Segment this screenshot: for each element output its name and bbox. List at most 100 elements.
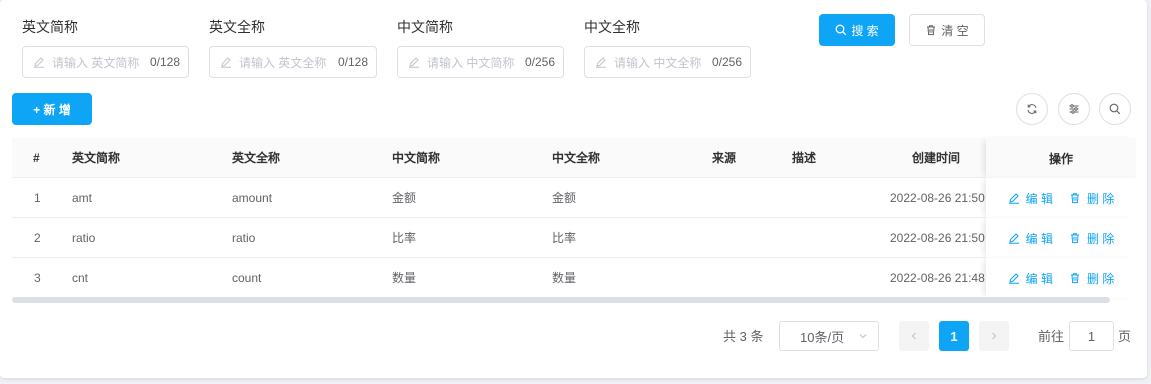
edit-icon [221,57,231,68]
page-number-current[interactable]: 1 [939,321,969,351]
cell-cn-full: 金额 [552,191,577,205]
input-counter: 0/128 [149,55,180,69]
input-placeholder: 请输入 中文简称 [427,55,515,70]
en-short-input[interactable]: 请输入 英文简称 0/128 [22,46,189,78]
column-header-created: 创建时间 [912,151,961,165]
edit-icon [1008,273,1019,284]
search-button[interactable]: 搜 索 [819,14,895,46]
field-label: 中文全称 [584,19,640,35]
field-label: 英文简称 [22,19,78,35]
edit-button[interactable]: 编 辑 [1008,190,1053,207]
column-header-cn-full: 中文全称 [552,151,601,165]
cell-en-short: ratio [72,231,96,245]
field-label: 中文简称 [397,19,453,35]
cell-index: 3 [34,271,41,285]
field-en-short: 英文简称 请输入 英文简称 0/128 [22,16,189,78]
page-size-value: 10条/页 [800,329,845,345]
pagination-total: 共 3 条 [723,328,764,344]
row-actions: 编 辑 删 除 [986,258,1136,298]
row-actions: 编 辑 删 除 [986,178,1136,218]
goto-page-value: 1 [1087,328,1096,344]
column-settings-button[interactable] [1058,93,1090,125]
edit-icon [1008,233,1019,244]
delete-button[interactable]: 删 除 [1069,270,1114,287]
refresh-icon [1027,104,1037,114]
field-label: 英文全称 [209,19,265,35]
column-header-index: # [33,151,40,165]
cell-en-full: count [232,271,262,285]
prev-page-button[interactable] [899,321,929,351]
cell-created: 2022-08-26 21:48 [890,271,985,285]
cell-cn-full: 比率 [552,231,577,245]
cell-created: 2022-08-26 21:50 [890,191,985,205]
edit-icon [34,57,44,68]
delete-label: 删 除 [1087,231,1115,246]
cell-index: 2 [34,231,41,245]
edit-label: 编 辑 [1025,271,1053,286]
field-en-full: 英文全称 请输入 英文全称 0/128 [209,16,377,78]
cell-en-full: amount [232,191,273,205]
delete-label: 删 除 [1087,271,1115,286]
edit-icon [596,57,606,68]
delete-label: 删 除 [1087,191,1115,206]
column-header-description: 描述 [792,151,817,165]
search-button-label: 搜 索 [851,23,879,38]
trash-icon [1071,193,1079,204]
add-button[interactable]: + 新 增 [12,93,92,125]
goto-suffix: 页 [1118,328,1132,344]
refresh-button[interactable] [1016,93,1048,125]
table-search-button[interactable] [1099,93,1131,125]
filter-settings-icon [1069,104,1079,114]
search-icon [835,24,847,36]
current-page-label: 1 [950,328,958,344]
goto-page-input[interactable]: 1 [1069,321,1114,351]
table-row[interactable]: 2 ratio ratio 比率 比率 2022-08-26 21:50 编 辑… [12,218,1136,258]
table-row[interactable]: 3 cnt count 数量 数量 2022-08-26 21:48 编 辑 删… [12,258,1136,298]
trash-icon [927,25,936,36]
data-table: # 英文简称 英文全称 中文简称 中文全称 来源 描述 创建时间 操作 1 am… [12,138,1136,298]
chevron-right-icon [992,332,997,340]
content-card: 英文简称 请输入 英文简称 0/128 英文全称 请输入 英文全称 0/128 … [0,0,1147,378]
column-header-en-short: 英文简称 [72,151,121,165]
input-placeholder: 请输入 英文简称 [52,55,140,70]
clear-button[interactable]: 清 空 [909,14,985,46]
column-header-cn-short: 中文简称 [392,151,441,165]
trash-icon [1071,233,1079,244]
field-cn-short: 中文简称 请输入 中文简称 0/256 [397,16,564,78]
input-counter: 0/256 [711,55,742,69]
table-row[interactable]: 1 amt amount 金额 金额 2022-08-26 21:50 编 辑 … [12,178,1136,218]
cell-cn-full: 数量 [552,271,577,285]
horizontal-scrollbar[interactable] [12,297,1110,303]
input-counter: 0/256 [524,55,555,69]
edit-label: 编 辑 [1025,191,1053,206]
page-size-select[interactable]: 10条/页 [779,321,879,351]
edit-button[interactable]: 编 辑 [1008,230,1053,247]
field-cn-full: 中文全称 请输入 中文全称 0/256 [584,16,751,78]
cn-full-input[interactable]: 请输入 中文全称 0/256 [584,46,751,78]
search-icon [1109,103,1121,115]
edit-label: 编 辑 [1025,231,1053,246]
add-button-label: + 新 增 [33,102,71,117]
cell-index: 1 [34,191,41,205]
cell-cn-short: 金额 [392,191,417,205]
chevron-down-icon [859,334,867,339]
goto-prefix: 前往 [1038,328,1065,344]
input-counter: 0/128 [337,55,368,69]
next-page-button[interactable] [979,321,1009,351]
column-header-actions: 操作 [1048,151,1073,166]
edit-button[interactable]: 编 辑 [1008,270,1053,287]
en-full-input[interactable]: 请输入 英文全称 0/128 [209,46,377,78]
table-header-row: # 英文简称 英文全称 中文简称 中文全称 来源 描述 创建时间 操作 [12,138,1136,178]
column-header-source: 来源 [712,151,737,165]
input-placeholder: 请输入 英文全称 [239,55,327,70]
clear-button-label: 清 空 [941,23,969,38]
delete-button[interactable]: 删 除 [1069,230,1114,247]
cn-short-input[interactable]: 请输入 中文简称 0/256 [397,46,564,78]
cell-en-full: ratio [232,231,256,245]
trash-icon [1071,273,1079,284]
chevron-left-icon [911,332,916,340]
cell-en-short: amt [72,191,93,205]
delete-button[interactable]: 删 除 [1069,190,1114,207]
cell-cn-short: 数量 [392,271,417,285]
column-header-en-full: 英文全称 [232,151,281,165]
